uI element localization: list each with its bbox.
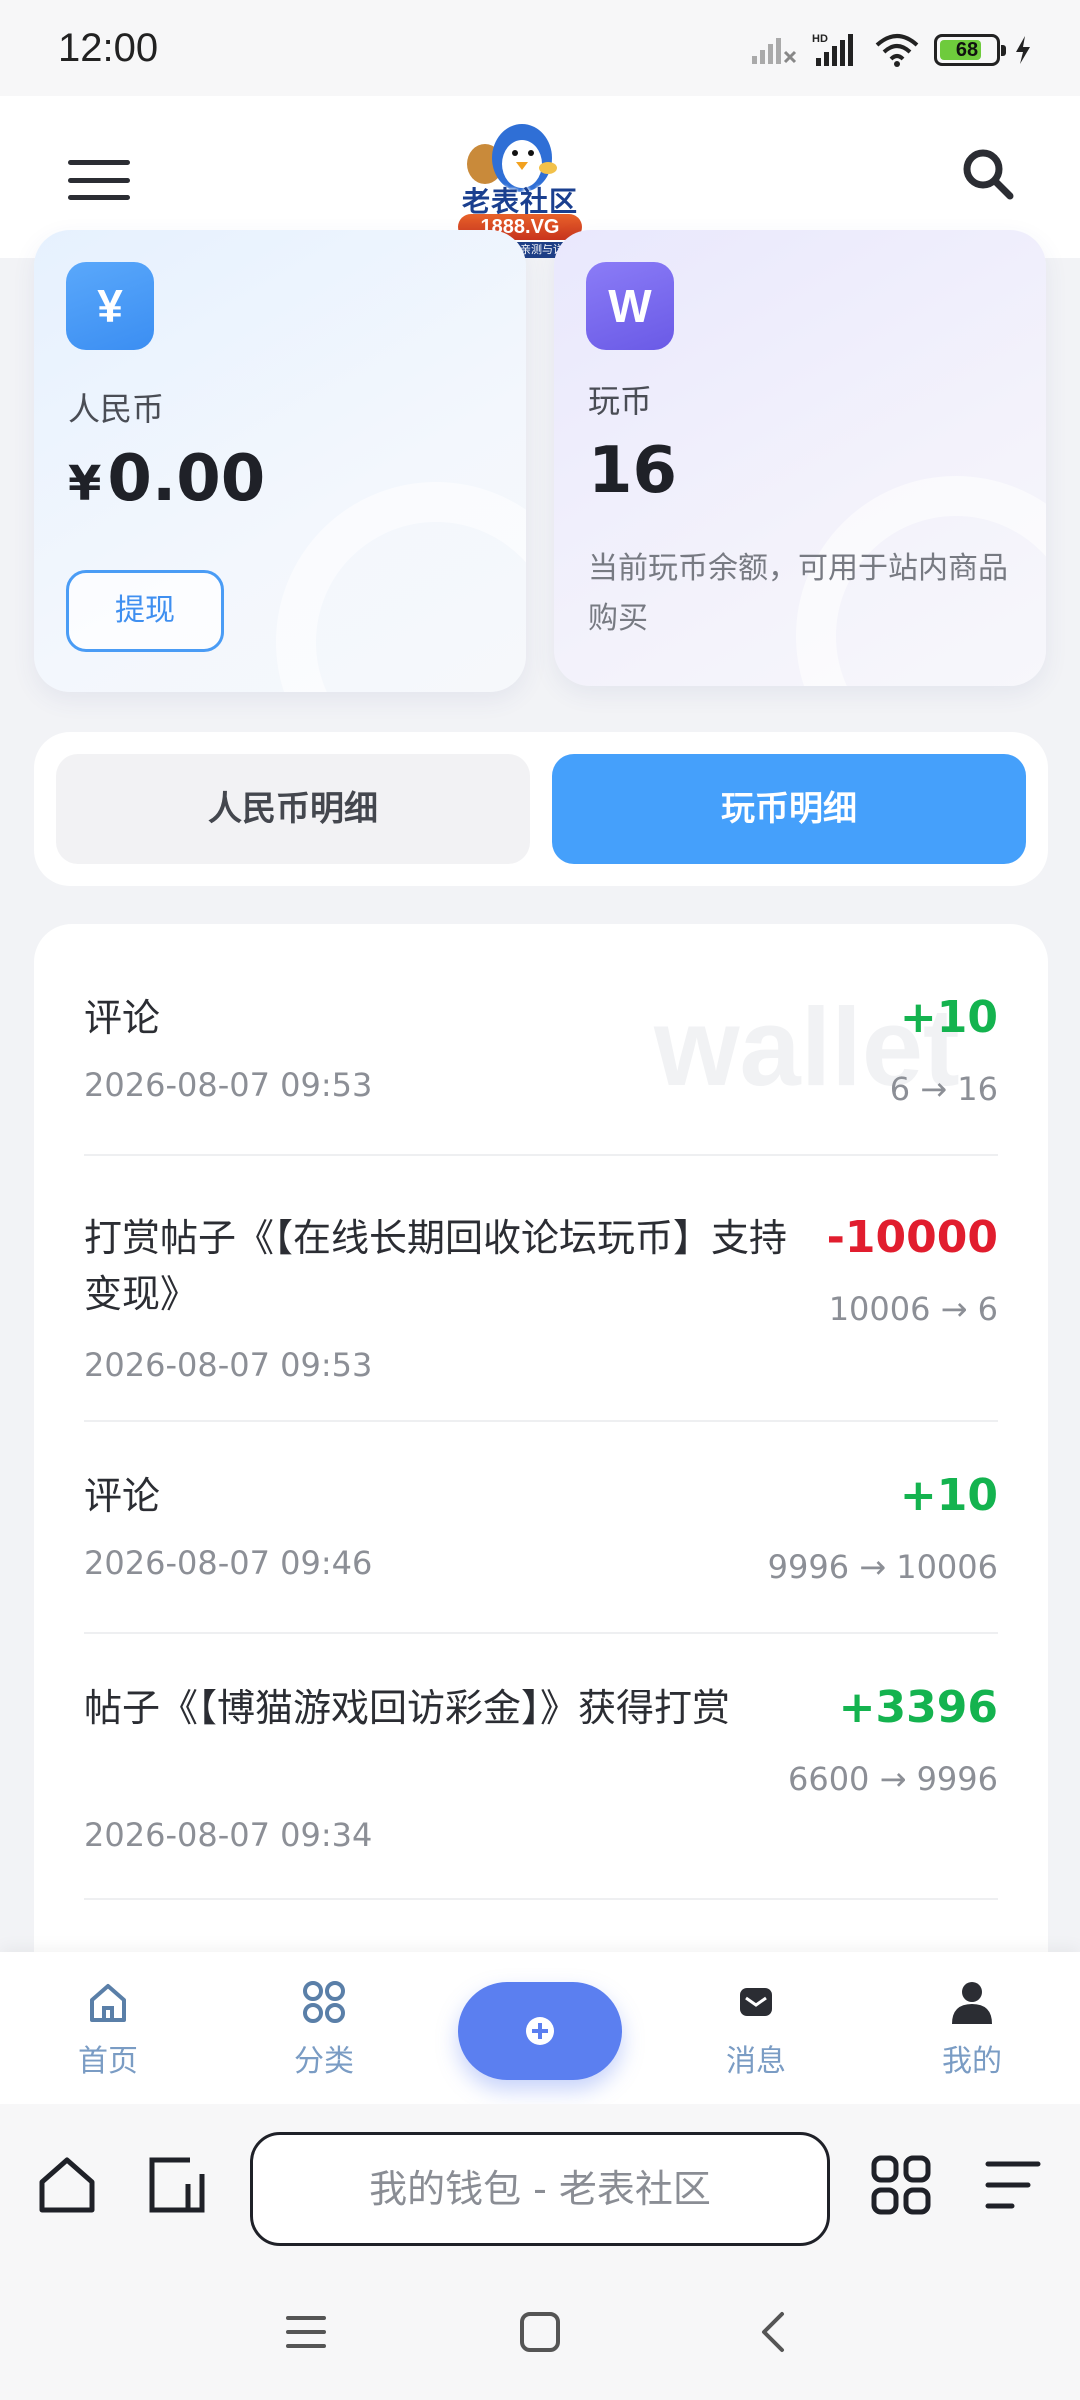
hamburger-icon[interactable] [68, 160, 130, 200]
browser-toolbar: 我的钱包 - 老表社区 [0, 2104, 1080, 2274]
rmb-label: 人民币 [68, 390, 165, 428]
recents-icon[interactable] [284, 2310, 328, 2354]
plus-icon [526, 2017, 554, 2045]
transaction-balance: 6600 → 9996 [787, 1760, 998, 1798]
transaction-list: wallet 评论 2026-08-07 09:53 +10 6 → 16 打赏… [34, 924, 1048, 1954]
apps-grid-icon[interactable] [870, 2154, 932, 2216]
yuan-icon: ¥ [66, 262, 154, 350]
transaction-delta: -10000 [826, 1212, 998, 1263]
status-icons: HD 68 [750, 28, 1032, 72]
bottom-nav: 首页 分类 消息 我的 [0, 1952, 1080, 2104]
hd-label: HD [812, 33, 828, 45]
transaction-row[interactable]: 帖子《【博猫游戏回访彩金】》获得打赏 2026-08-07 09:34 +339… [84, 1634, 998, 1900]
coin-w-icon: W [586, 262, 674, 350]
rmb-amount: ¥0.00 [68, 442, 265, 516]
nav-messages[interactable]: 消息 [686, 1978, 826, 2080]
card-decoration [276, 482, 526, 692]
add-post-button[interactable] [458, 1982, 622, 2080]
status-time: 12:00 [58, 26, 159, 70]
wifi-icon [875, 34, 919, 67]
grid-icon [303, 1981, 345, 2023]
tab-rmb-detail[interactable]: 人民币明细 [56, 754, 530, 864]
nav-profile-label: 我的 [942, 2044, 1002, 2079]
transaction-balance: 10006 → 6 [828, 1290, 998, 1328]
battery-level: 68 [955, 39, 979, 61]
nav-home-label: 首页 [78, 2044, 138, 2079]
transaction-title: 打赏帖子《【在线长期回收论坛玩币】支持变现》 [84, 1216, 788, 1316]
transaction-row[interactable]: 打赏帖子《【在线长期回收论坛玩币】支持变现》 2026-08-07 09:53 … [84, 1156, 998, 1422]
transaction-time: 2026-08-07 09:53 [84, 1346, 373, 1384]
coin-description: 当前玩币余额，可用于站内商品购买 [588, 551, 1008, 636]
nav-home[interactable]: 首页 [38, 1978, 178, 2080]
address-bar[interactable]: 我的钱包 - 老表社区 [250, 2132, 830, 2246]
back-icon[interactable] [752, 2310, 796, 2354]
signal-hd-icon: HD [812, 33, 853, 66]
detail-tabs: 人民币明细 玩币明细 [34, 732, 1048, 886]
transaction-time: 2026-08-07 09:34 [84, 1816, 373, 1854]
home-icon [90, 1984, 126, 2022]
tab-coin-detail[interactable]: 玩币明细 [552, 754, 1026, 864]
transaction-balance: 9996 → 10006 [767, 1548, 998, 1586]
transaction-row[interactable]: 评论 2026-08-07 09:46 +10 9996 → 10006 [84, 1422, 998, 1634]
browser-home-icon[interactable] [36, 2154, 98, 2216]
transaction-delta: +10 [899, 992, 998, 1043]
search-icon[interactable] [960, 146, 1016, 202]
transaction-row[interactable]: 评论 2026-08-07 09:53 +10 6 → 16 [84, 924, 998, 1156]
nav-category-label: 分类 [294, 2044, 354, 2079]
transaction-title: 评论 [84, 1474, 161, 1518]
charging-icon [1016, 36, 1030, 64]
nav-category[interactable]: 分类 [254, 1978, 394, 2080]
transaction-balance: 6 → 16 [889, 1070, 998, 1108]
transaction-time: 2026-08-07 09:53 [84, 1066, 373, 1104]
transaction-delta: +3396 [838, 1682, 998, 1733]
signal-off-icon [752, 38, 797, 64]
rmb-balance-card: ¥ 人民币 ¥0.00 提现 [34, 230, 526, 692]
transaction-title: 评论 [84, 996, 161, 1040]
transaction-title: 帖子《【博猫游戏回访彩金】》获得打赏 [84, 1686, 731, 1730]
nav-profile[interactable]: 我的 [902, 1978, 1042, 2080]
coin-amount: 16 [588, 434, 678, 508]
user-icon [952, 1982, 992, 2024]
withdraw-button[interactable]: 提现 [66, 570, 224, 652]
rmb-amount-value: 0.00 [107, 442, 266, 516]
coin-label: 玩币 [588, 382, 653, 420]
transaction-time: 2026-08-07 09:46 [84, 1544, 373, 1582]
coin-balance-card: W 玩币 16 当前玩币余额，可用于站内商品购买 [554, 230, 1046, 686]
system-nav-bar [0, 2274, 1080, 2400]
system-home-icon[interactable] [518, 2310, 562, 2354]
transaction-delta: +10 [899, 1470, 998, 1521]
currency-symbol: ¥ [68, 456, 102, 512]
status-bar: 12:00 HD 68 [0, 0, 1080, 96]
message-icon [740, 1988, 772, 2016]
nav-messages-label: 消息 [726, 2044, 786, 2079]
tabs-icon[interactable] [146, 2154, 208, 2216]
browser-menu-icon[interactable] [982, 2154, 1044, 2216]
battery-icon: 68 [934, 34, 1006, 66]
